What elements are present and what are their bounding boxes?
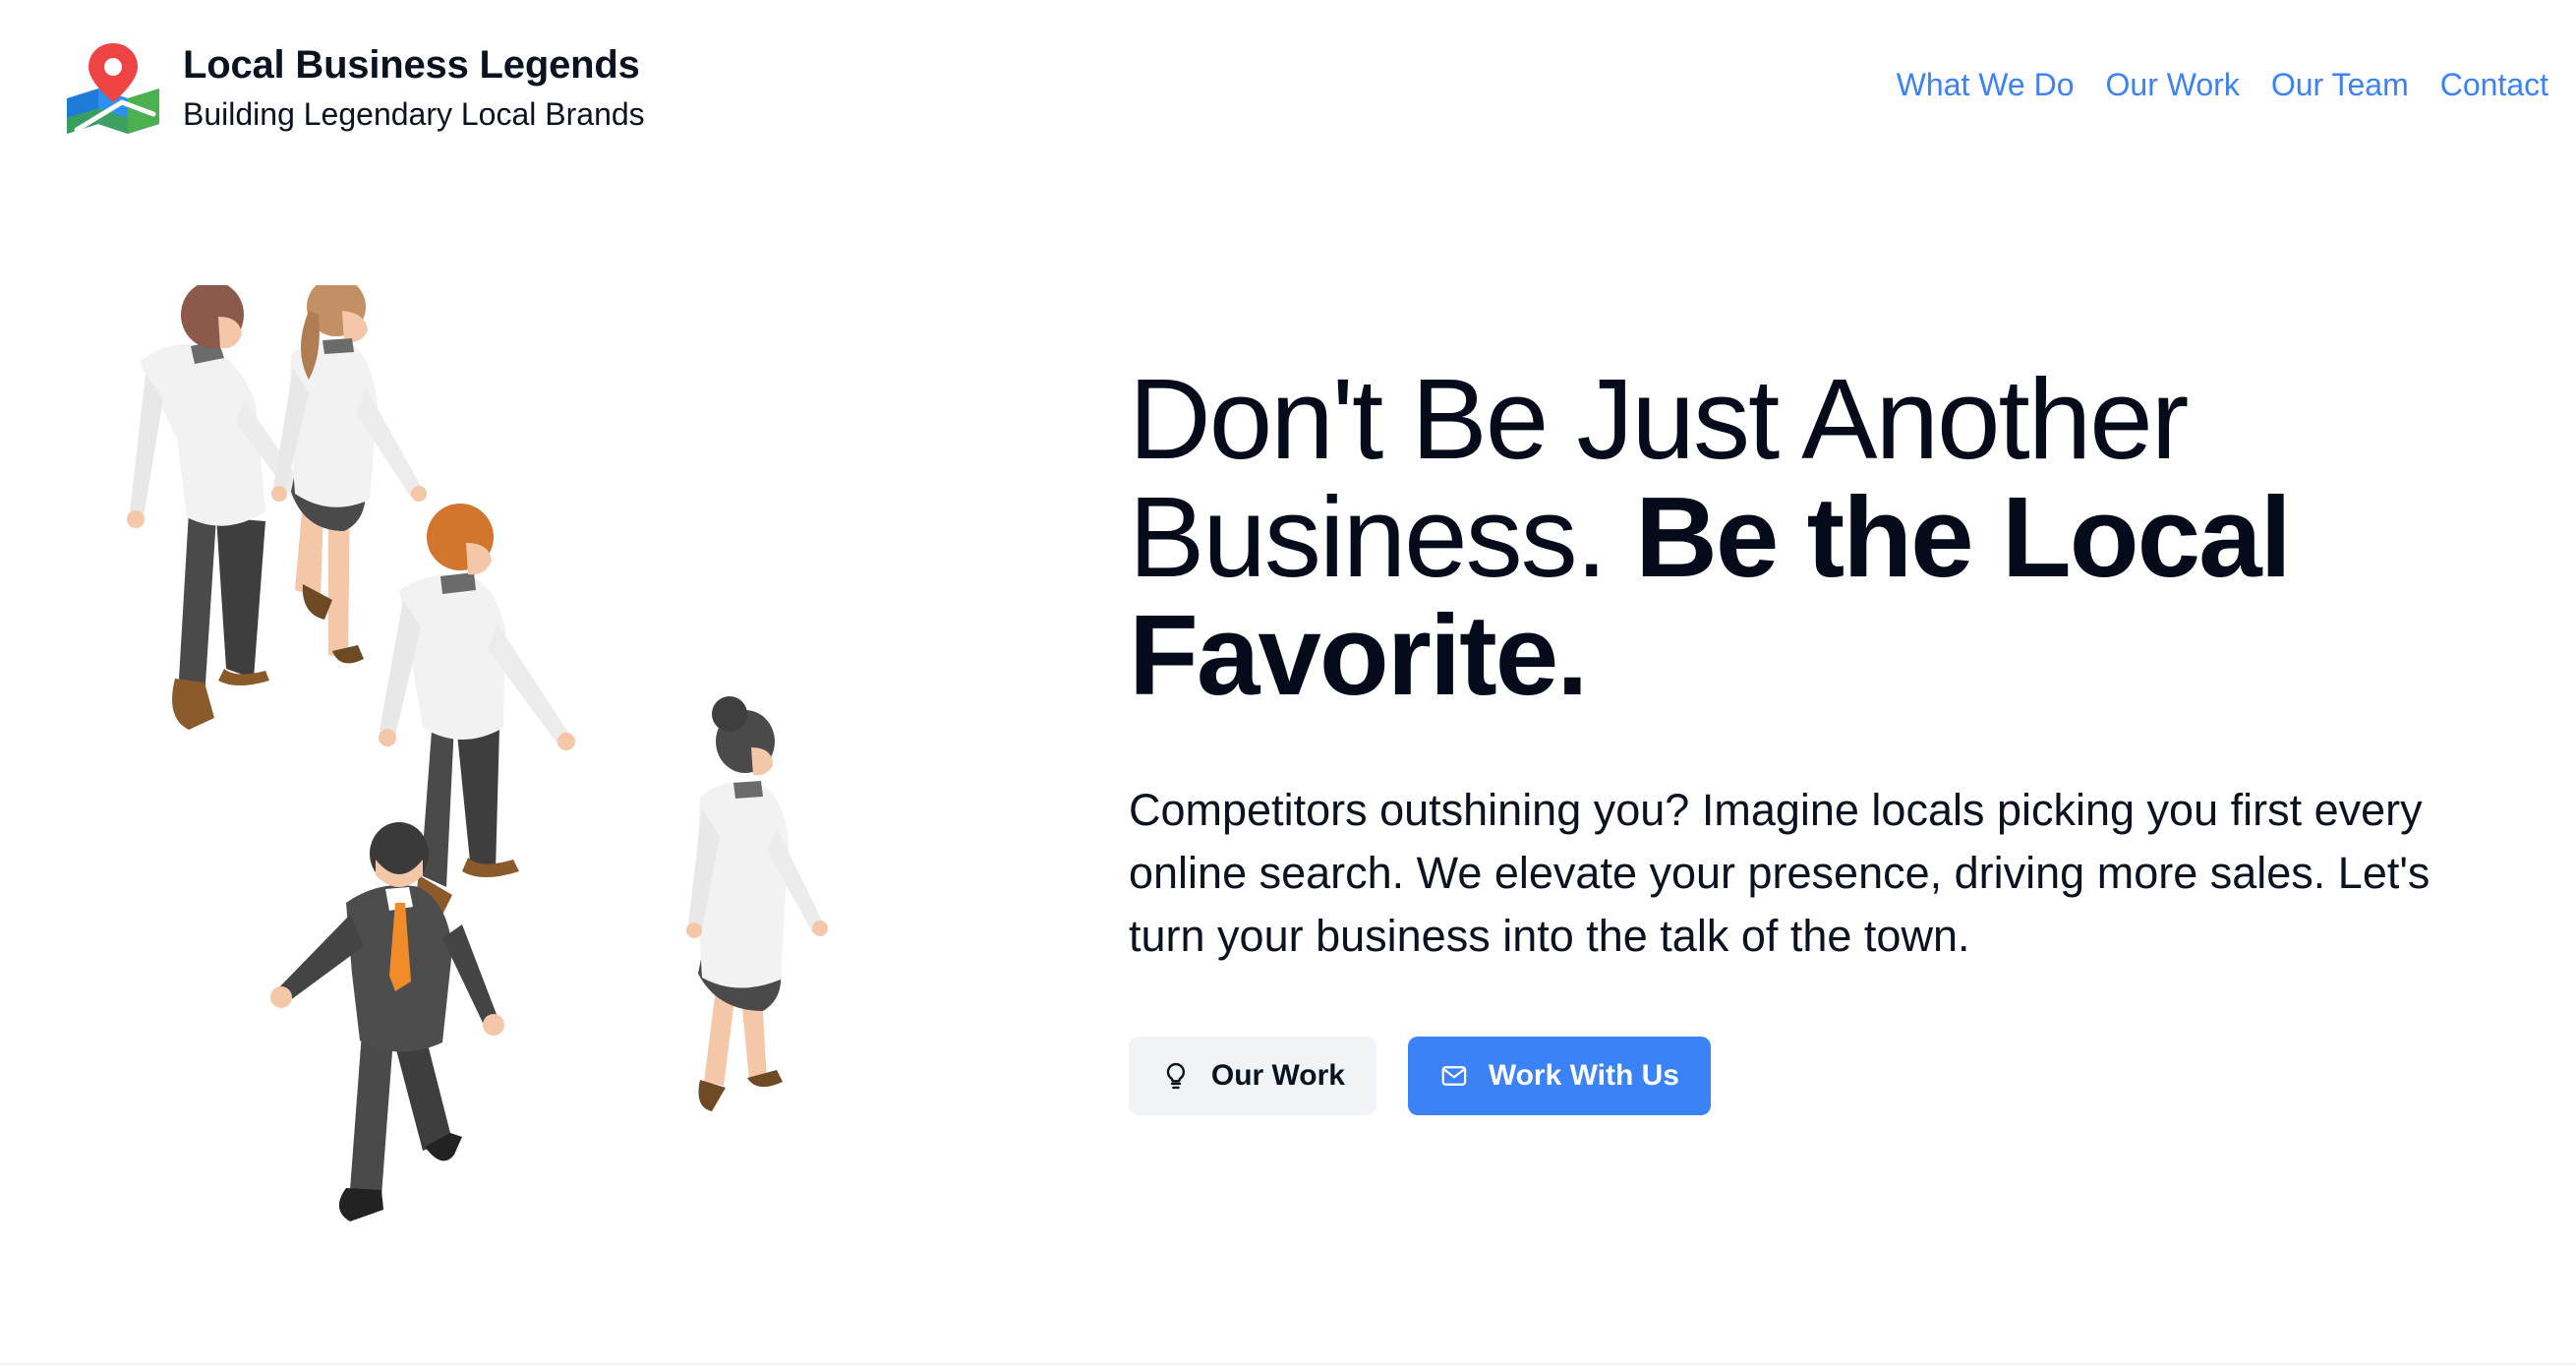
brand-title: Local Business Legends — [183, 43, 640, 87]
brand-text: Local Business Legends Building Legendar… — [183, 39, 645, 138]
site-header: Local Business Legends Building Legendar… — [0, 0, 2576, 167]
our-work-button[interactable]: Our Work — [1129, 1037, 1376, 1115]
nav-link-contact[interactable]: Contact — [2440, 61, 2548, 108]
nav-link-what-we-do[interactable]: What We Do — [1897, 61, 2075, 108]
envelope-icon — [1441, 1066, 1467, 1086]
work-with-us-button[interactable]: Work With Us — [1408, 1037, 1711, 1115]
person-man-suit-tie — [270, 822, 504, 1221]
nav-link-our-work[interactable]: Our Work — [2106, 61, 2240, 108]
hero-headline: Don't Be Just Another Business. Be the L… — [1129, 360, 2525, 714]
main-nav: What We Do Our Work Our Team Contact — [1897, 61, 2548, 108]
brand[interactable]: Local Business Legends Building Legendar… — [63, 35, 645, 138]
nav-link-our-team[interactable]: Our Team — [2271, 61, 2409, 108]
lightbulb-icon — [1166, 1062, 1186, 1090]
our-work-button-label: Our Work — [1210, 1059, 1345, 1092]
section-divider — [0, 1363, 2576, 1365]
person-man-brown-hair — [127, 285, 322, 730]
map-pin-icon — [67, 43, 159, 134]
brand-subtitle: Building Legendary Local Brands — [183, 96, 645, 132]
hero-actions: Our Work Work With Us — [1129, 1037, 2525, 1115]
hero-description: Competitors outshining you? Imagine loca… — [1129, 785, 2430, 961]
work-with-us-button-label: Work With Us — [1488, 1059, 1679, 1092]
person-woman-bun — [686, 696, 828, 1111]
walking-business-people-illustration — [127, 285, 828, 1221]
hero-section: Don't Be Just Another Business. Be the L… — [1129, 360, 2525, 1115]
